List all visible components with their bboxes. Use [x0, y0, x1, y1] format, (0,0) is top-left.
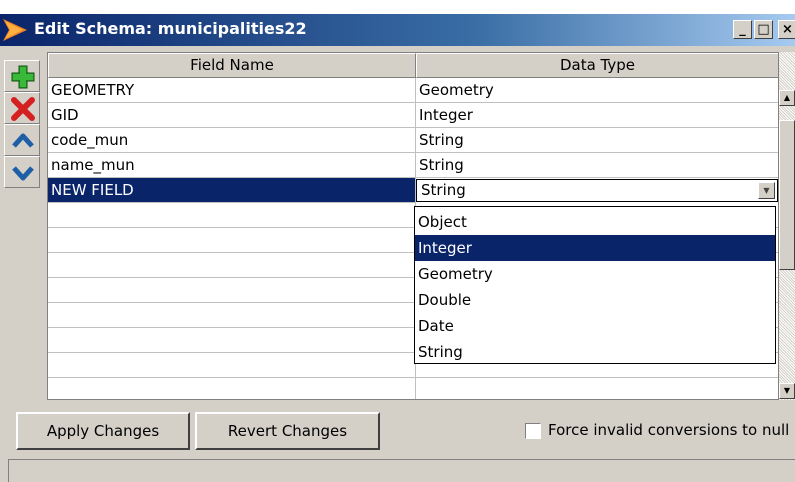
empty-cell [48, 278, 416, 303]
minimize-button[interactable]: _ [733, 20, 752, 39]
scroll-down-arrow-icon[interactable]: ▼ [779, 383, 795, 399]
move-down-button[interactable] [4, 156, 40, 188]
table-row[interactable]: name_mun String [48, 153, 778, 178]
app-logo-icon [3, 19, 27, 41]
empty-cell [48, 378, 416, 399]
dropdown-arrow-icon[interactable]: ▼ [758, 182, 775, 199]
empty-cell [48, 228, 416, 253]
dropdown-option[interactable]: String [415, 339, 775, 365]
empty-cell [48, 303, 416, 328]
table-row[interactable]: GID Integer [48, 103, 778, 128]
table-row[interactable]: code_mun String [48, 128, 778, 153]
close-button[interactable]: × [778, 20, 795, 39]
empty-row [48, 378, 778, 399]
field-name-cell[interactable]: GEOMETRY [48, 78, 416, 103]
status-bar [8, 459, 795, 482]
force-null-label: Force invalid conversions to null [548, 421, 790, 439]
empty-cell [48, 353, 416, 378]
field-name-cell[interactable]: GID [48, 103, 416, 128]
empty-cell [416, 378, 778, 399]
vertical-scrollbar[interactable]: ▲ ▼ [779, 52, 795, 400]
data-type-dropdown-list[interactable]: Object Integer Geometry Double Date Stri… [414, 206, 776, 364]
empty-cell [48, 203, 416, 228]
apply-changes-button[interactable]: Apply Changes [16, 412, 190, 450]
table-row[interactable]: GEOMETRY Geometry [48, 78, 778, 103]
window-title: Edit Schema: municipalities22 [34, 19, 307, 38]
revert-changes-button[interactable]: Revert Changes [195, 412, 380, 450]
data-type-cell[interactable]: Integer [416, 103, 778, 128]
field-name-cell[interactable]: code_mun [48, 128, 416, 153]
empty-cell [48, 328, 416, 353]
chevron-down-icon [12, 166, 34, 181]
field-name-cell[interactable]: name_mun [48, 153, 416, 178]
table-row-selected[interactable]: NEW FIELD String ▼ [48, 178, 778, 203]
data-type-combobox[interactable]: String ▼ [416, 179, 778, 202]
force-null-checkbox[interactable] [525, 423, 541, 439]
delete-field-button[interactable] [4, 92, 40, 124]
move-up-button[interactable] [4, 124, 40, 156]
dropdown-option[interactable]: Object [415, 209, 775, 235]
column-header-field-name[interactable]: Field Name [48, 53, 416, 78]
scrollbar-thumb[interactable] [779, 120, 795, 270]
dropdown-option-highlighted[interactable]: Integer [415, 235, 775, 261]
combobox-value: String [421, 181, 466, 199]
dropdown-option[interactable]: Geometry [415, 261, 775, 287]
plus-icon [11, 65, 35, 89]
field-name-cell[interactable]: NEW FIELD [48, 178, 416, 203]
add-field-button[interactable] [4, 60, 40, 92]
dropdown-option[interactable]: Double [415, 287, 775, 313]
tool-strip [4, 60, 40, 208]
title-bar[interactable]: Edit Schema: municipalities22 _ □ × [0, 14, 795, 46]
chevron-up-icon [12, 133, 34, 148]
column-header-data-type[interactable]: Data Type [416, 53, 778, 78]
scroll-up-arrow-icon[interactable]: ▲ [779, 90, 795, 106]
dropdown-option[interactable]: Date [415, 313, 775, 339]
empty-cell [48, 253, 416, 278]
data-type-cell[interactable]: String [416, 128, 778, 153]
x-icon [11, 97, 35, 121]
maximize-button[interactable]: □ [754, 20, 773, 39]
data-type-cell[interactable]: Geometry [416, 78, 778, 103]
data-type-cell[interactable]: String [416, 153, 778, 178]
